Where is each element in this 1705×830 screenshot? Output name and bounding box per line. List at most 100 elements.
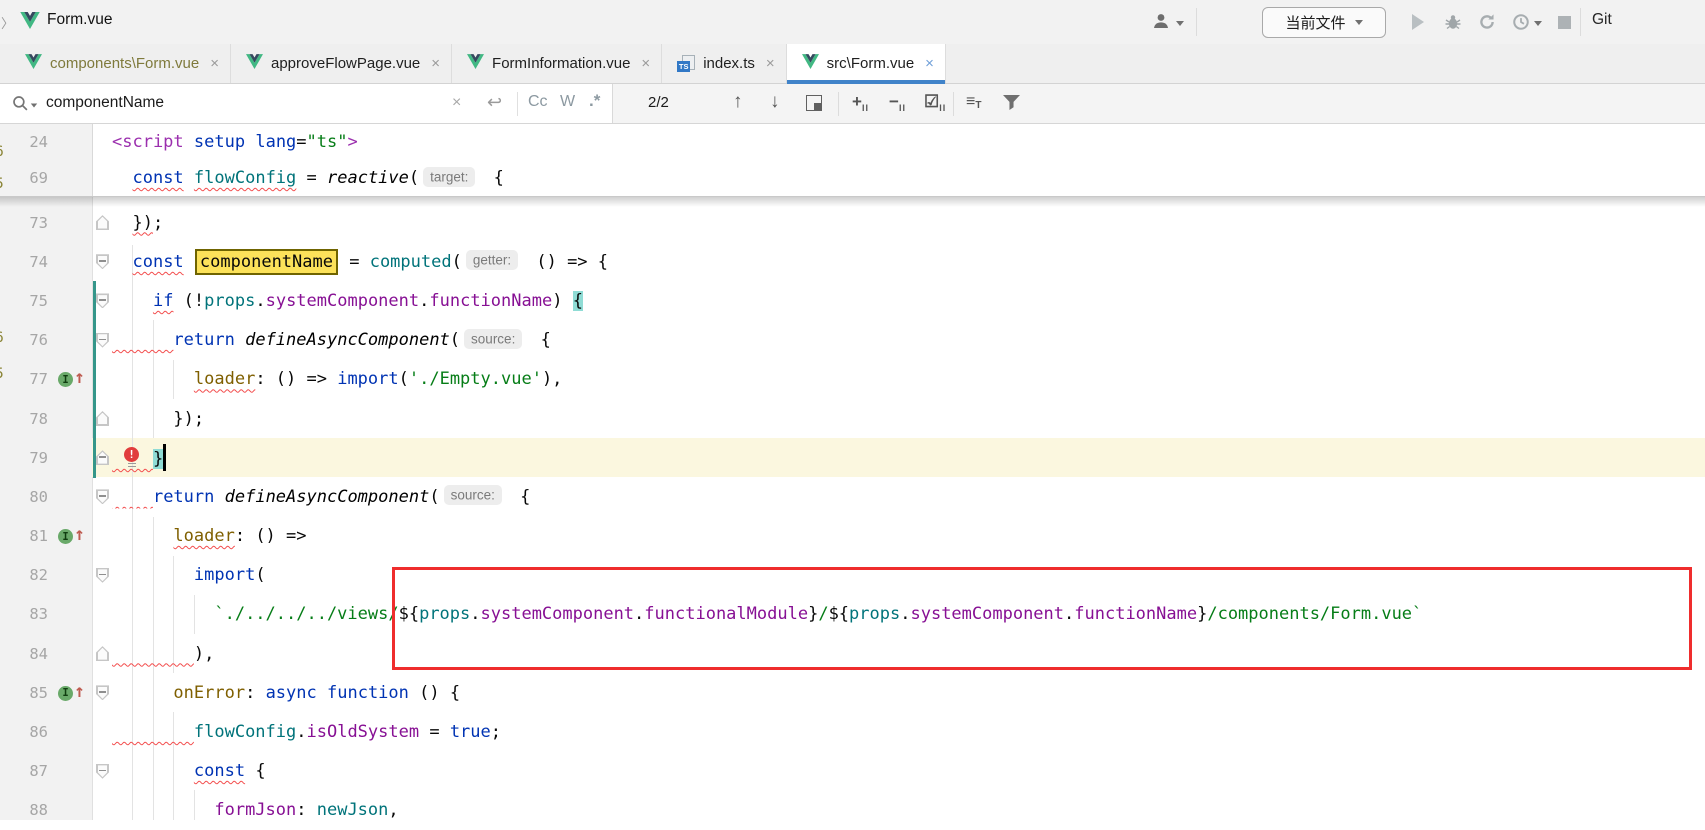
code-line-76[interactable]: 76 return defineAsyncComponent(source: { [0,321,1705,360]
code-token: ), [194,644,214,664]
code-editor[interactable]: 73 });74 const componentName = computed(… [0,203,1705,830]
search-input[interactable]: componentName [46,94,164,112]
code-line-24[interactable]: 24<script setup lang="ts"> [0,124,1705,160]
line-number: 83 [0,605,48,623]
debug-icon[interactable] [1444,13,1462,36]
editor-tab[interactable]: components\Form.vue× [10,44,231,83]
newline-icon[interactable]: ↩ [487,92,502,113]
user-icon[interactable] [1152,12,1170,35]
stop-icon[interactable] [1558,16,1571,29]
code-line-77[interactable]: 77I↑ loader: () => import('./Empty.vue')… [0,360,1705,399]
close-tab-icon[interactable]: × [210,55,219,72]
close-tab-icon[interactable]: × [641,55,650,72]
code-token [245,132,255,152]
code-token: reactive [327,168,409,188]
code-line-87[interactable]: 87 const { [0,752,1705,791]
code-token: } [1197,604,1207,624]
run-icon[interactable] [1412,14,1424,30]
code-token: . [255,291,265,311]
open-in-find-window-icon[interactable] [806,95,822,111]
code-line-83[interactable]: 83 `./../../../views/${props.systemCompo… [0,595,1705,634]
code-token: (! [173,291,204,311]
fold-marker-icon[interactable] [96,568,109,583]
code-token: ( [409,168,419,188]
code-line-80[interactable]: 80 return defineAsyncComponent(source: { [0,477,1705,516]
code-line-85[interactable]: 85I↑ onError: async function () { [0,673,1705,712]
vue-file-icon [467,54,484,73]
fold-marker-icon[interactable] [96,764,109,779]
git-menu-label[interactable]: Git [1592,11,1612,29]
editor-tab[interactable]: TSindex.ts× [662,44,786,83]
code-text: <script setup lang="ts"> [112,132,358,152]
run-configuration-dropdown[interactable]: 当前文件 [1262,7,1386,38]
code-token: functionalModule [644,604,808,624]
divider [1196,8,1197,36]
remove-occurrence-icon[interactable]: −II [889,92,906,112]
fold-marker-icon[interactable] [96,333,109,348]
divider [953,92,954,116]
code-line-74[interactable]: 74 const componentName = computed(getter… [0,242,1705,281]
fold-marker-icon[interactable] [96,685,109,700]
clear-search-icon[interactable]: × [452,94,461,112]
code-token: ( [399,369,409,389]
search-match-highlight: componentName [195,249,338,275]
code-token [317,683,327,703]
code-text: flowConfig.isOldSystem = true; [112,722,501,742]
code-line-69[interactable]: 69 const flowConfig = reactive(target: { [0,160,1705,196]
fold-marker-icon[interactable] [96,646,109,661]
code-line-84[interactable]: 84 ), [0,634,1705,673]
code-token: setup [194,132,245,152]
code-line-88[interactable]: 88 formJson: newJson, [0,791,1705,830]
next-occurrence-icon[interactable]: ↓ [770,91,780,113]
implementation-marker-icon[interactable]: I↑ [58,684,90,703]
fold-marker-icon[interactable] [96,411,109,426]
code-line-78[interactable]: 78 }); [0,399,1705,438]
code-line-75[interactable]: 75 if (!props.systemComponent.functionNa… [0,281,1705,320]
add-occurrence-icon[interactable]: +II [852,92,869,112]
profiler-caret-icon[interactable] [1534,21,1542,26]
editor-tab[interactable]: approveFlowPage.vue× [231,44,452,83]
code-token: ( [450,330,460,350]
code-token: functionName [429,291,552,311]
fold-marker-icon[interactable] [96,254,109,269]
close-tab-icon[interactable]: × [925,55,934,72]
whole-words-toggle[interactable]: W [560,93,575,111]
line-number: 75 [0,292,48,310]
previous-occurrence-icon[interactable]: ↑ [733,91,743,113]
implementation-marker-icon[interactable]: I↑ [58,527,90,546]
profiler-icon[interactable] [1512,13,1530,36]
divider [838,92,839,116]
regex-toggle[interactable]: .* [589,91,600,111]
code-token: . [900,604,910,624]
titlebar: 〉 Form.vue 当前文件 Git [0,0,1705,45]
code-line-82[interactable]: 82 import( [0,556,1705,595]
error-bulb-icon[interactable]: ! [124,447,141,469]
search-icon[interactable] [12,95,29,117]
implementation-marker-icon[interactable]: I↑ [58,370,90,389]
filter-lines-icon[interactable]: ≡T [966,93,981,111]
search-options-caret-icon[interactable] [31,104,37,108]
fold-marker-icon[interactable] [96,489,109,504]
fold-marker-icon[interactable] [96,450,109,465]
code-token: ( [452,252,462,272]
code-line-73[interactable]: 73 }); [0,203,1705,242]
fold-marker-icon[interactable] [96,293,109,308]
code-token: . [1064,604,1074,624]
editor-tab[interactable]: FormInformation.vue× [452,44,662,83]
code-line-81[interactable]: 81I↑ loader: () => [0,517,1705,556]
editor-tab[interactable]: src\Form.vue× [787,44,946,83]
close-tab-icon[interactable]: × [431,55,440,72]
find-bar: componentName × ↩ Cc W .* 2/2 ↑ ↓ +II −I… [0,84,1705,124]
match-case-toggle[interactable]: Cc [528,93,548,111]
code-text: import( [112,565,266,585]
code-token: systemComponent [910,604,1064,624]
close-tab-icon[interactable]: × [766,55,775,72]
code-line-79[interactable]: 79! } [0,438,1705,477]
select-all-occurrences-icon[interactable]: ☑II [924,92,946,112]
coverage-icon[interactable] [1478,13,1496,36]
code-line-86[interactable]: 86 flowConfig.isOldSystem = true; [0,712,1705,751]
user-dropdown-caret-icon[interactable] [1176,21,1184,26]
fold-marker-icon[interactable] [96,215,109,230]
typescript-file-icon: TS [677,55,695,72]
code-token: = [419,722,450,742]
